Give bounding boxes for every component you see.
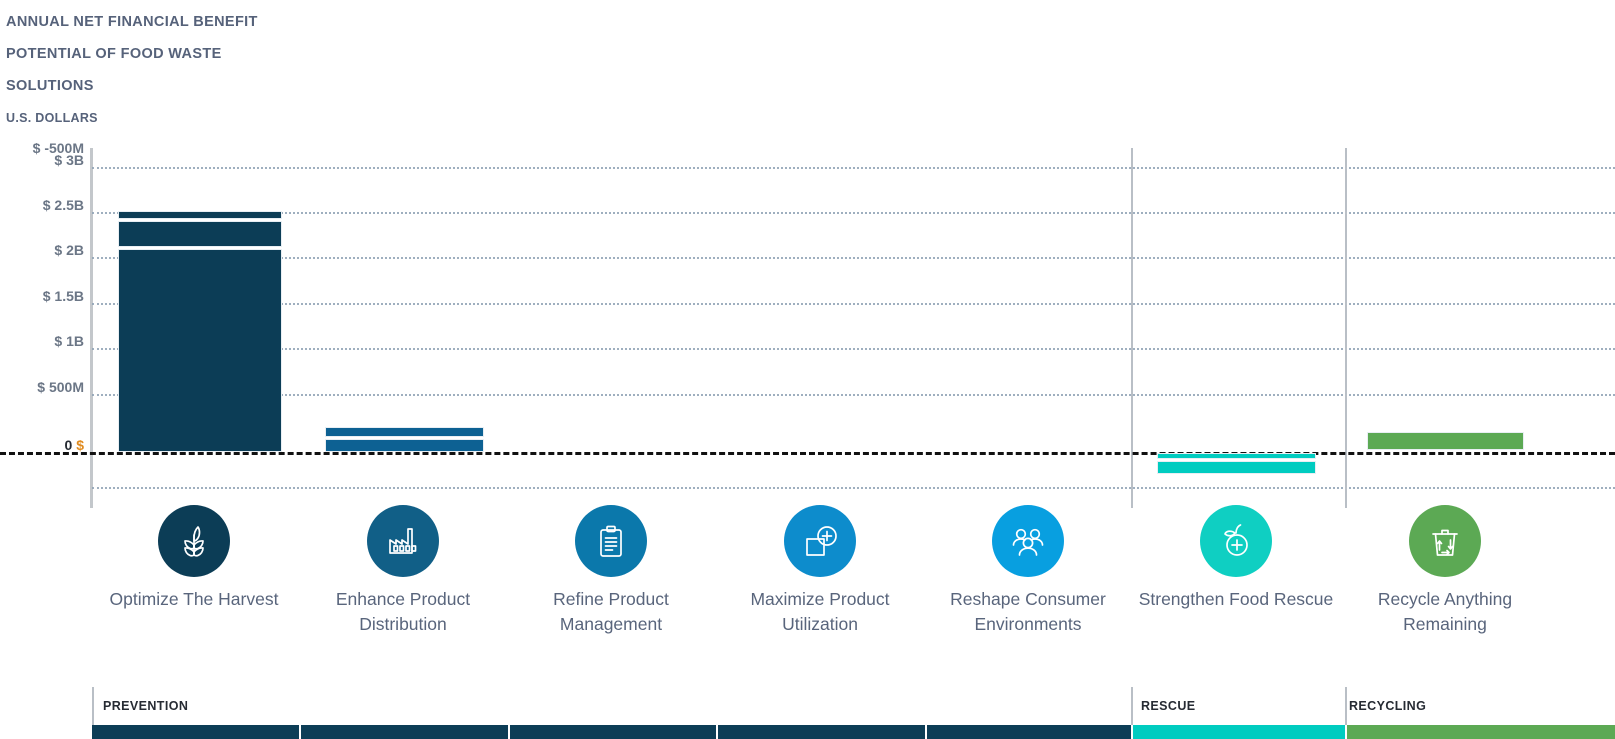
- page-title-line-1: ANNUAL NET FINANCIAL BENEFIT: [6, 14, 258, 30]
- category-label-2: Refine Product Management: [553, 589, 669, 634]
- gridline-5: [92, 394, 1615, 396]
- bar-segment-strengthen-food-rescue-1: [1157, 461, 1316, 474]
- gridline-4: [92, 348, 1615, 350]
- category-label-4: Reshape Consumer Environments: [950, 589, 1106, 634]
- apple-plus-icon[interactable]: [1200, 505, 1272, 577]
- y-axis-tick-5: $ 500M: [37, 379, 84, 395]
- bar-segment-optimize-the-harvest-2: [118, 249, 282, 452]
- y-axis-tick-6: 0 $: [64, 437, 84, 453]
- chart-gridlines: [0, 148, 1615, 508]
- band-separator-1: [1131, 687, 1133, 725]
- band-bar-rescue: [1133, 725, 1345, 739]
- band-bar-recycling: [1347, 725, 1615, 739]
- gridline-3: [92, 303, 1615, 305]
- bar-segment-recycle-anything-remaining-0: [1367, 432, 1524, 450]
- category-4[interactable]: Reshape Consumer Environments: [924, 505, 1132, 637]
- people-group-icon[interactable]: [992, 505, 1064, 577]
- y-axis-tick-2: $ 2B: [54, 242, 84, 258]
- y-axis-tick-7: $ -500M: [32, 140, 84, 156]
- gridline-0: [92, 167, 1615, 169]
- bar-segment-strengthen-food-rescue-0: [1157, 453, 1316, 459]
- prevention-segment-divider-1: [508, 725, 510, 739]
- chart-title-block: ANNUAL NET FINANCIAL BENEFIT POTENTIAL O…: [6, 6, 426, 132]
- factory-icon[interactable]: [367, 505, 439, 577]
- y-axis-tick-4: $ 1B: [54, 333, 84, 349]
- category-label-6: Recycle Anything Remaining: [1377, 589, 1513, 634]
- category-6[interactable]: Recycle Anything Remaining: [1341, 505, 1549, 637]
- category-label-1: Enhance Product Distribution: [335, 589, 471, 634]
- category-1[interactable]: Enhance Product Distribution: [299, 505, 507, 637]
- band-separator-2: [1345, 687, 1347, 725]
- category-3[interactable]: Maximize Product Utilization: [716, 505, 924, 637]
- bar-segment-enhance-product-distribution-1: [325, 439, 484, 452]
- prevention-segment-divider-3: [925, 725, 927, 739]
- clipboard-icon[interactable]: [575, 505, 647, 577]
- prevention-segment-divider-2: [716, 725, 718, 739]
- gridline-2: [92, 257, 1615, 259]
- category-label-0: Optimize The Harvest: [109, 589, 279, 609]
- category-label-5: Strengthen Food Rescue: [1138, 589, 1334, 609]
- category-5[interactable]: Strengthen Food Rescue: [1132, 505, 1340, 612]
- bar-segment-optimize-the-harvest-1: [118, 221, 282, 247]
- recycle-bin-icon[interactable]: [1409, 505, 1481, 577]
- y-axis-tick-3: $ 1.5B: [42, 288, 84, 304]
- category-2[interactable]: Refine Product Management: [507, 505, 715, 637]
- category-icons-row: Optimize The Harvest Enhance Product Dist…: [0, 505, 1615, 670]
- bar-segment-enhance-product-distribution-0: [325, 427, 484, 437]
- band-label-prevention: PREVENTION: [103, 699, 189, 713]
- prevention-segment-divider-0: [299, 725, 301, 739]
- gridline-6: [92, 487, 1615, 489]
- chart-plot-area: $ 3B $ 2.5B $ 2B $ 1.5B $ 1B $ 500M 0 $ $ -500M: [0, 140, 1615, 508]
- zero-baseline: [0, 452, 1615, 455]
- category-0[interactable]: Optimize The Harvest: [90, 505, 298, 612]
- strategy-band-footer: PREVENTION RESCUE RECYCLING: [0, 687, 1615, 739]
- band-bar-prevention: [92, 725, 1131, 739]
- page-title-line-3: SOLUTIONS: [6, 78, 94, 94]
- wheat-sprig-icon[interactable]: [158, 505, 230, 577]
- box-plus-icon[interactable]: [784, 505, 856, 577]
- band-label-recycling: RECYCLING: [1349, 699, 1427, 713]
- gridline-1: [92, 212, 1615, 214]
- y-axis-tick-1: $ 2.5B: [42, 197, 84, 213]
- bar-segment-optimize-the-harvest-0: [118, 211, 282, 219]
- page-title-line-2: POTENTIAL OF FOOD WASTE: [6, 46, 222, 62]
- chart-subtitle: U.S. DOLLARS: [6, 111, 98, 125]
- band-label-rescue: RESCUE: [1141, 699, 1196, 713]
- band-separator-0: [92, 687, 94, 725]
- category-label-3: Maximize Product Utilization: [750, 589, 890, 634]
